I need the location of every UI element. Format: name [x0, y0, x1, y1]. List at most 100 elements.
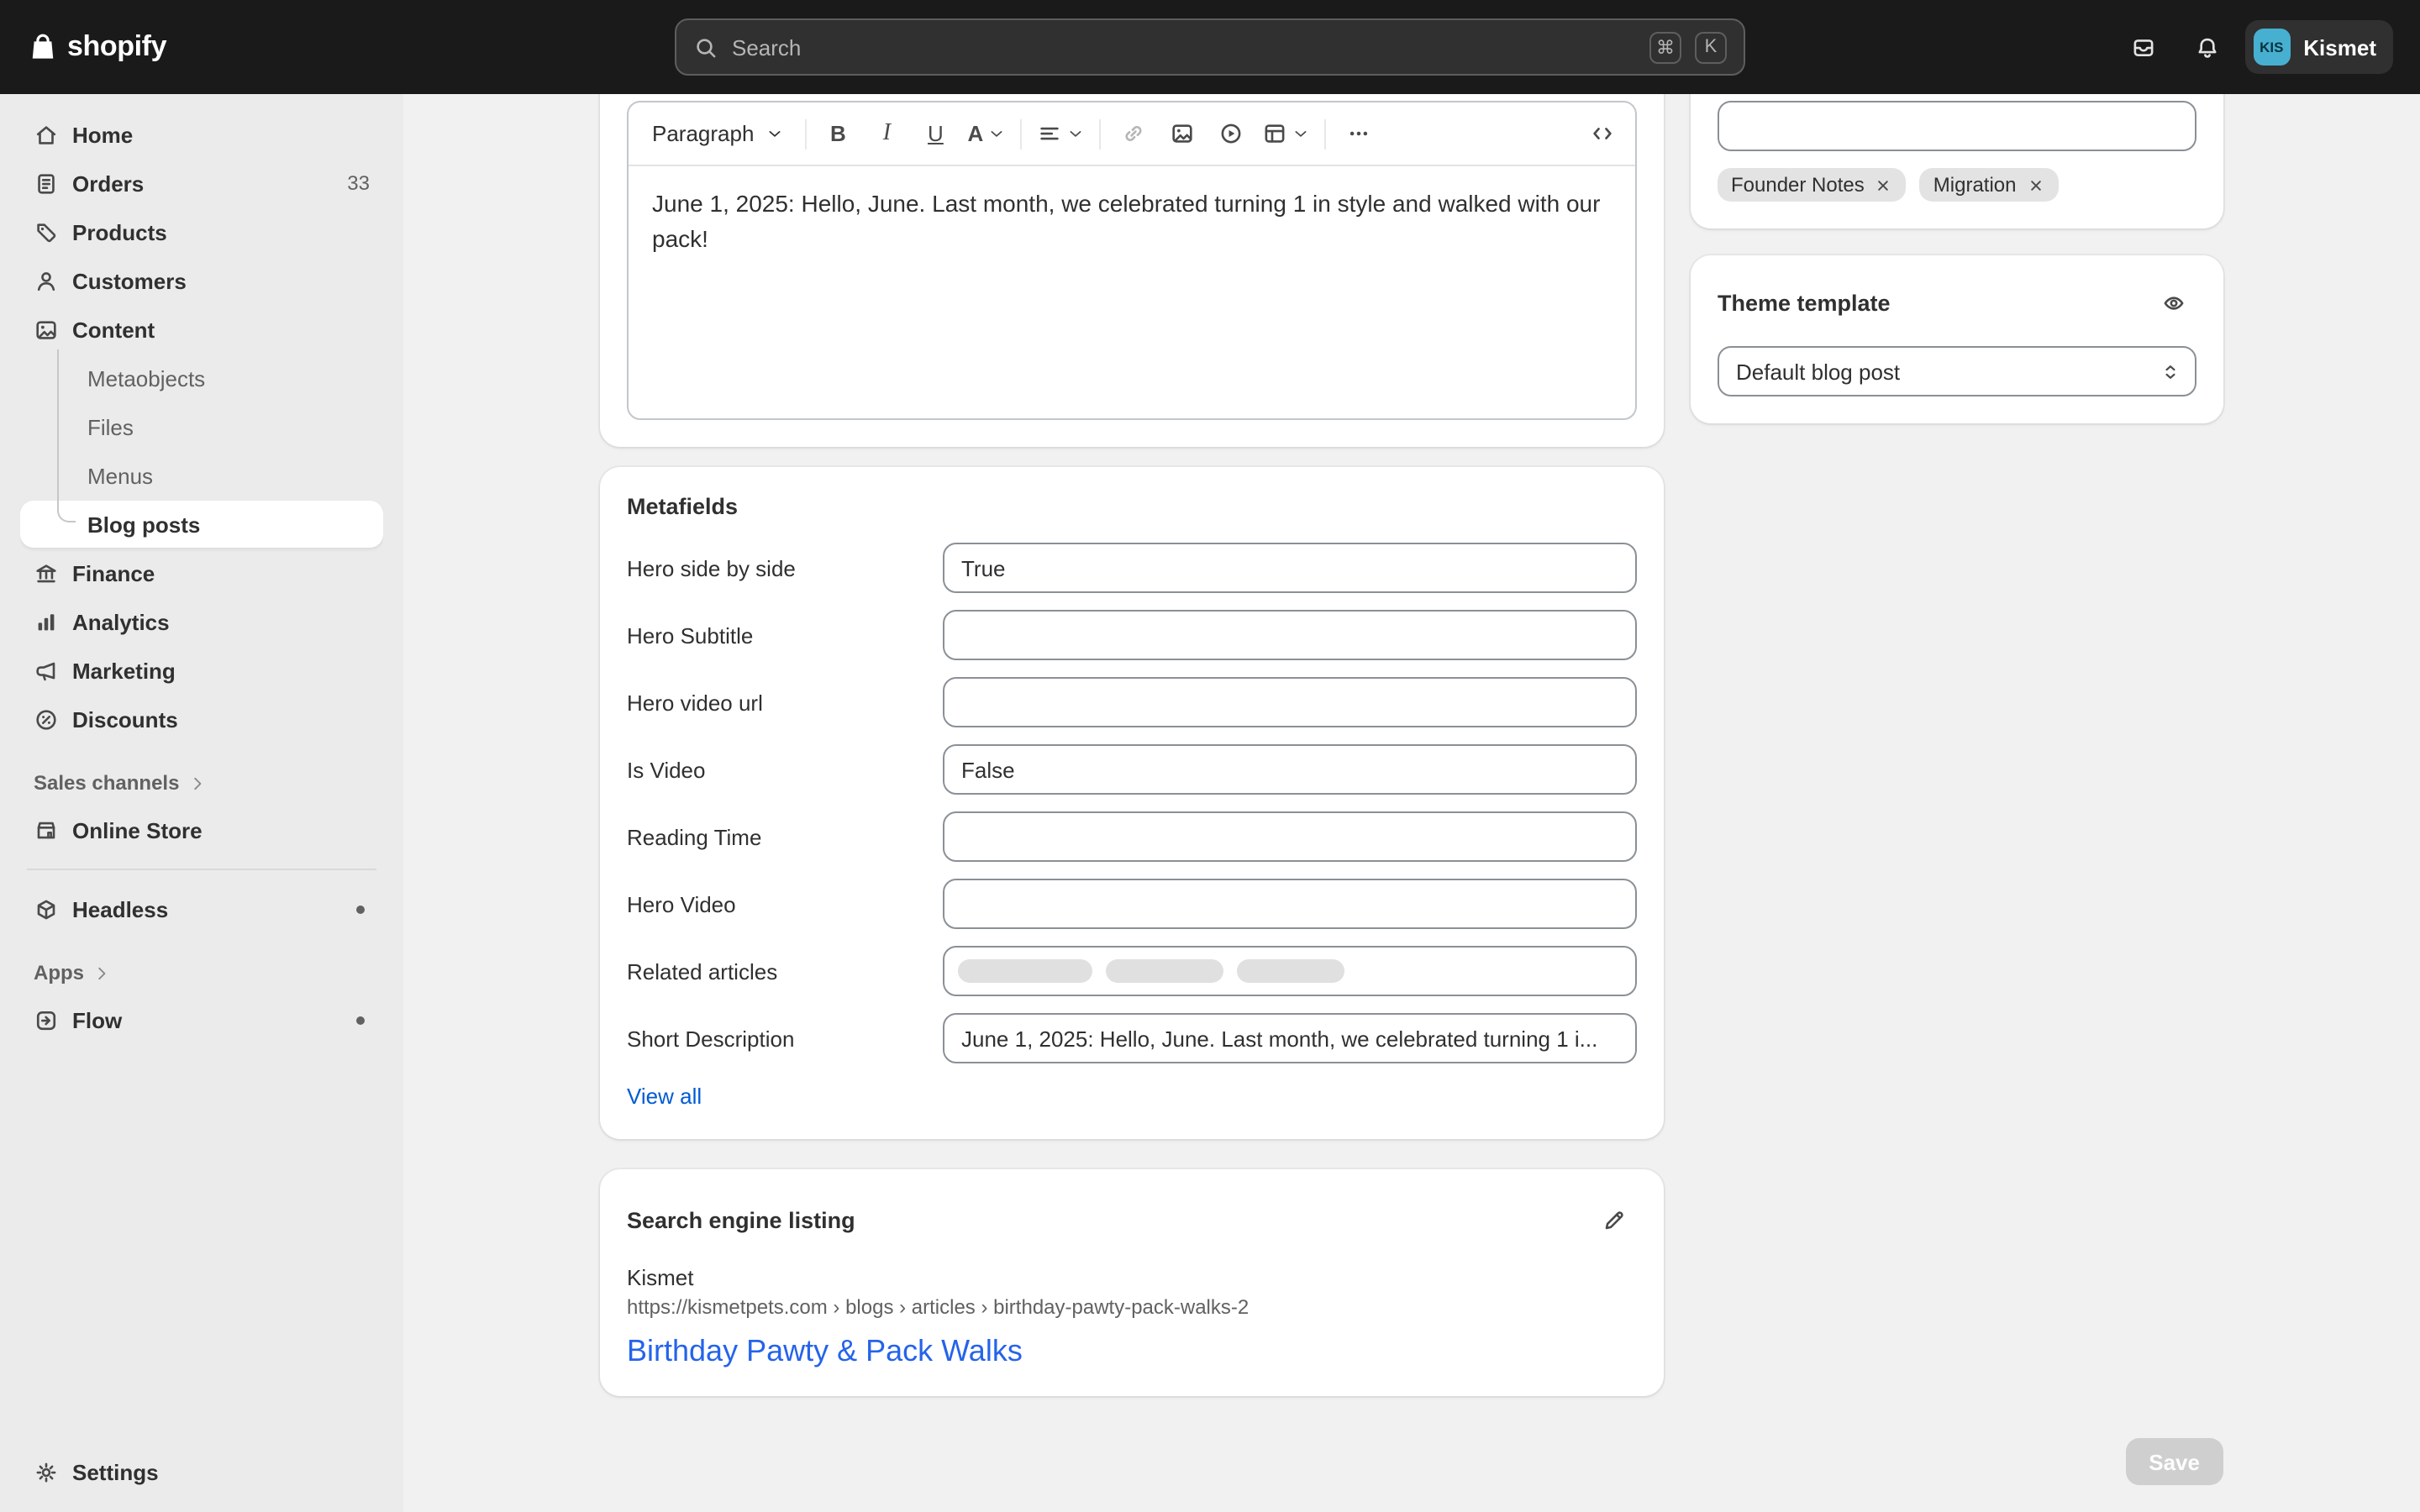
sidebar-item-menus[interactable]: Menus [20, 452, 383, 499]
metafield-input-hero-side-by-side[interactable] [943, 543, 1637, 593]
sidebar: HomeOrders33 Products CustomersContentMeta… [0, 94, 403, 1512]
shopify-logo[interactable]: shopify [27, 30, 166, 64]
sidebar-item-customers[interactable]: Customers [20, 257, 383, 304]
metafield-input-related-articles[interactable] [943, 946, 1637, 996]
settings-icon [34, 1459, 59, 1484]
sidebar-item-finance[interactable]: Finance [20, 549, 383, 596]
sidebar-item-marketing[interactable]: Marketing [20, 647, 383, 694]
search-icon [693, 34, 718, 60]
metafield-row: Is Video [627, 744, 1637, 795]
paragraph-style-label: Paragraph [652, 121, 754, 146]
italic-button[interactable]: I [863, 110, 910, 157]
theme-template-select[interactable]: Default blog post [1718, 346, 2196, 396]
search-input[interactable]: Search ⌘ K [675, 18, 1745, 76]
sidebar-item-flow[interactable]: Flow [20, 996, 383, 1043]
metafield-input-hero-subtitle[interactable] [943, 610, 1637, 660]
chevron-down-icon [988, 125, 1005, 142]
metafield-row: Hero Subtitle [627, 610, 1637, 660]
insert-table-button[interactable] [1255, 110, 1316, 157]
metafield-label: Related articles [627, 958, 943, 984]
save-button[interactable]: Save [2125, 1438, 2223, 1485]
insert-image-button[interactable] [1158, 110, 1205, 157]
show-html-button[interactable] [1578, 110, 1625, 157]
seo-url-breadcrumb: https://kismetpets.com › blogs › article… [627, 1295, 1637, 1319]
sidebar-item-label: Products [72, 219, 167, 244]
metafield-row: Reading Time [627, 811, 1637, 862]
bold-button[interactable]: B [814, 110, 861, 157]
editor-content[interactable]: June 1, 2025: Hello, June. Last month, w… [629, 166, 1635, 418]
metafield-input-is-video[interactable] [943, 744, 1637, 795]
metafield-label: Hero side by side [627, 555, 943, 580]
metafield-row: Hero Video [627, 879, 1637, 929]
seo-card-header: Search engine listing [627, 1196, 1637, 1243]
sidebar-item-label: Blog posts [87, 512, 200, 537]
orders-count-badge: 33 [347, 171, 370, 195]
view-all-link[interactable]: View all [627, 1084, 702, 1109]
sidebar-item-metaobjects[interactable]: Metaobjects [20, 354, 383, 402]
sidebar-item-home[interactable]: Home [20, 111, 383, 158]
text-align-button[interactable] [1030, 110, 1091, 157]
search-placeholder: Search [732, 34, 801, 60]
metafield-label: Hero Video [627, 891, 943, 916]
insert-link-button[interactable] [1109, 110, 1156, 157]
sidebar-item-settings[interactable]: Settings [20, 1448, 383, 1495]
remove-tag-icon[interactable] [1875, 176, 1893, 194]
chevron-down-icon [1292, 125, 1309, 142]
seo-page-title-link[interactable]: Birthday Pawty & Pack Walks [627, 1334, 1023, 1369]
insert-video-button[interactable] [1207, 110, 1254, 157]
link-icon [1120, 121, 1145, 146]
toolbar-separator [804, 118, 806, 149]
preview-theme-button[interactable] [2149, 279, 2196, 326]
sidebar-item-products[interactable]: Products [20, 208, 383, 255]
sidebar-item-discounts[interactable]: Discounts [20, 696, 383, 743]
toolbar-separator [1020, 118, 1022, 149]
metafield-input-short-description[interactable] [943, 1013, 1637, 1063]
sidebar-item-content[interactable]: Content [20, 306, 383, 353]
eye-icon [2160, 290, 2186, 315]
table-icon [1262, 121, 1287, 146]
more-formatting-button[interactable] [1334, 110, 1381, 157]
text-color-button[interactable]: A [960, 110, 1012, 157]
inbox-button[interactable] [2117, 20, 2170, 74]
sidebar-item-headless[interactable]: Headless [20, 885, 383, 932]
notifications-button[interactable] [2181, 20, 2234, 74]
theme-template-header: Theme template [1718, 279, 2196, 326]
sidebar-item-blog-posts[interactable]: Blog posts [20, 501, 383, 548]
products-icon [34, 219, 59, 244]
seo-site-name: Kismet [627, 1265, 1637, 1290]
remove-tag-icon[interactable] [2027, 176, 2045, 194]
analytics-icon [34, 609, 59, 634]
sidebar-item-files[interactable]: Files [20, 403, 383, 450]
metafield-row: Related articles [627, 946, 1637, 996]
metafield-input-reading-time[interactable] [943, 811, 1637, 862]
sidebar-item-online-store[interactable]: Online Store [20, 806, 383, 853]
metafield-label: Short Description [627, 1026, 943, 1051]
marketing-icon [34, 658, 59, 683]
sidebar-item-orders[interactable]: Orders33 [20, 160, 383, 207]
sidebar-item-label: Marketing [72, 658, 176, 683]
image-icon [1169, 121, 1194, 146]
shopify-bag-icon [27, 31, 59, 63]
tags-input[interactable] [1718, 101, 2196, 151]
store-avatar: KIS [2253, 29, 2290, 66]
sidebar-header-apps[interactable]: Apps [20, 951, 383, 995]
pencil-icon [1601, 1207, 1626, 1232]
store-name: Kismet [2303, 34, 2376, 60]
paragraph-style-dropdown[interactable]: Paragraph [639, 110, 796, 157]
edit-seo-button[interactable] [1590, 1196, 1637, 1243]
skeleton-pill [958, 959, 1092, 983]
sidebar-item-label: Discounts [72, 706, 178, 732]
skeleton-pill [1237, 959, 1344, 983]
sidebar-item-analytics[interactable]: Analytics [20, 598, 383, 645]
metafield-input-hero-video-url[interactable] [943, 677, 1637, 727]
sidebar-subgroup: MetaobjectsFilesMenus Blog posts [20, 354, 383, 548]
more-options-icon [1345, 121, 1370, 146]
content-icon [34, 317, 59, 342]
metafield-input-hero-video[interactable] [943, 879, 1637, 929]
home-icon [34, 122, 59, 147]
seo-title: Search engine listing [627, 1207, 855, 1232]
account-menu[interactable]: KIS Kismet [2244, 20, 2393, 74]
underline-button[interactable]: U [912, 110, 959, 157]
sidebar-header-sales-channels[interactable]: Sales channels [20, 761, 383, 805]
sidebar-item-label: Finance [72, 560, 155, 585]
